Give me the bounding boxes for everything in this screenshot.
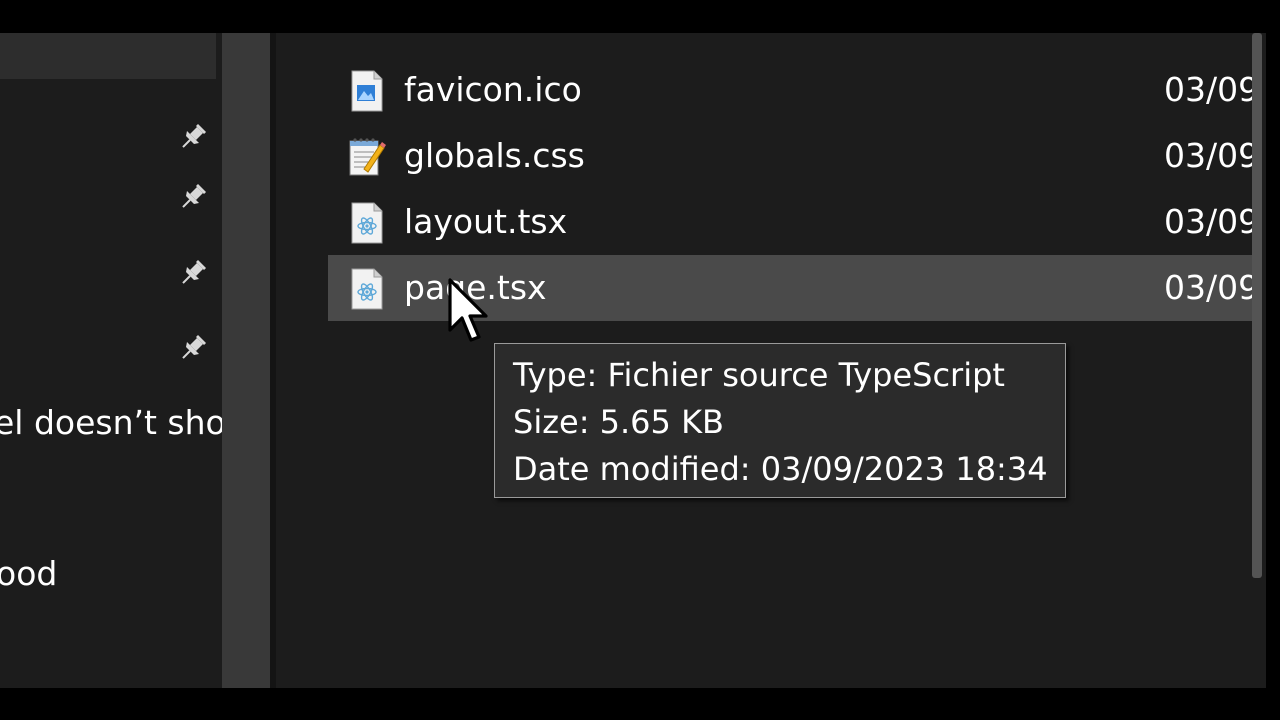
file-row[interactable]: globals.css 03/09 — [328, 123, 1259, 189]
css-notepad-icon — [349, 138, 386, 176]
file-date: 03/09 — [1164, 202, 1260, 241]
react-file-icon — [351, 268, 383, 310]
file-date: 03/09 — [1164, 268, 1260, 307]
tooltip-date-modified: Date modified: 03/09/2023 18:34 — [513, 450, 1048, 488]
file-date: 03/09 — [1164, 136, 1260, 175]
screen-border-bottom — [0, 688, 1280, 720]
file-name[interactable]: globals.css — [404, 123, 585, 189]
image-file-icon — [351, 70, 383, 112]
react-file-icon — [351, 202, 383, 244]
file-name[interactable]: layout.tsx — [404, 189, 567, 255]
screen-border-top — [0, 0, 1280, 33]
navigation-pane: el doesn’t sho ood s — [0, 33, 222, 688]
pin-icon[interactable] — [176, 180, 210, 214]
pane-splitter[interactable] — [222, 33, 270, 688]
pin-icon[interactable] — [176, 256, 210, 290]
screen-border-right — [1266, 0, 1280, 720]
file-info-tooltip: Type: Fichier source TypeScript Size: 5.… — [494, 343, 1066, 498]
tooltip-type: Type: Fichier source TypeScript — [513, 356, 1005, 394]
file-date: 03/09 — [1164, 70, 1260, 109]
nav-item-label[interactable]: ood — [0, 554, 57, 593]
nav-item-selected[interactable] — [0, 33, 216, 79]
file-row[interactable]: favicon.ico 03/09 — [328, 57, 1259, 123]
pin-icon[interactable] — [176, 331, 210, 365]
pin-icon[interactable] — [176, 120, 210, 154]
vertical-scrollbar[interactable] — [1252, 33, 1262, 578]
file-name[interactable]: favicon.ico — [404, 57, 582, 123]
nav-item-label[interactable]: el doesn’t sho — [0, 403, 222, 442]
tooltip-size: Size: 5.65 KB — [513, 403, 724, 441]
mouse-pointer-icon — [448, 278, 488, 342]
file-row[interactable]: layout.tsx 03/09 — [328, 189, 1259, 255]
